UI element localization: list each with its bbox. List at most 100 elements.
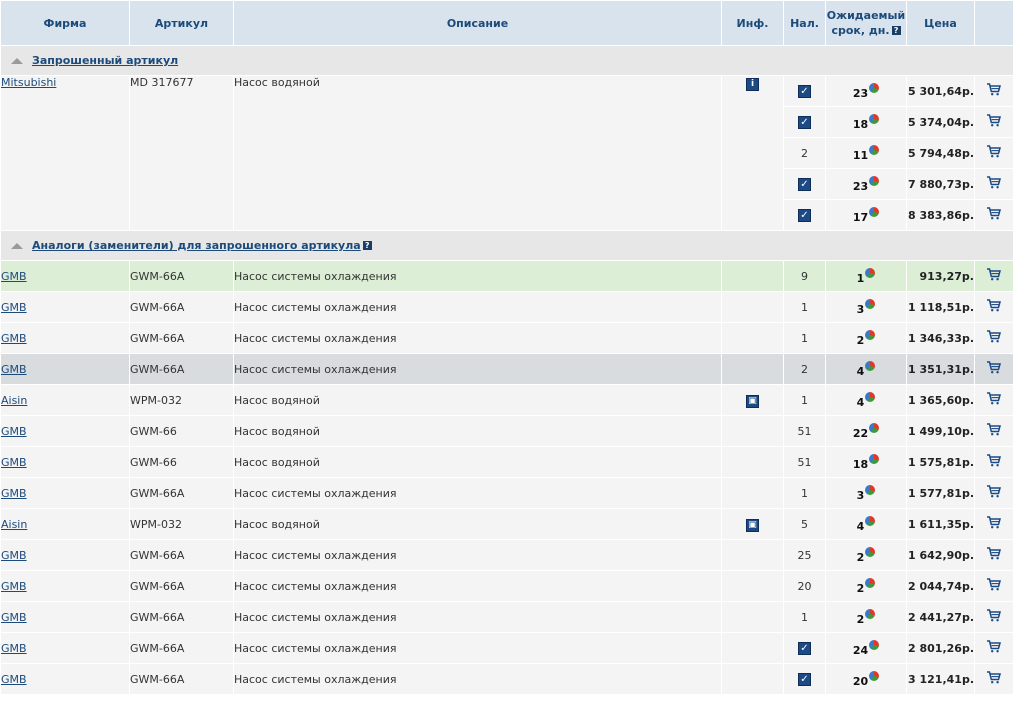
pie-chart-icon[interactable] [869,670,880,681]
analog-row[interactable]: Aisin WPM-032 Насос водяной ▣ 5 4 1 611,35р. [0,508,1013,540]
analog-row[interactable]: GMB GWM-66 Насос водяной 51 22 1 499,10р. [0,415,1013,447]
firm-link[interactable]: GMB [2,673,27,686]
analog-row[interactable]: Aisin WPM-032 Насос водяной ▣ 1 4 1 365,60р. [0,384,1013,416]
analog-row[interactable]: GMB GWM-66A Насос системы охлаждения 1 2 1 34… [0,322,1013,354]
firm-link[interactable]: Aisin [2,394,28,407]
shopping-cart-icon[interactable] [987,609,1001,625]
pie-chart-icon[interactable] [869,144,880,155]
column-header-price[interactable]: Цена [906,0,975,46]
shopping-cart-icon[interactable] [987,671,1001,687]
analog-row[interactable]: GMB GWM-66 Насос водяной 51 18 1 575,81р. [0,446,1013,478]
analog-row[interactable]: GMB GWM-66A Насос системы охлаждения 9 1 913,… [0,260,1013,292]
column-header-firm[interactable]: Фирма [0,0,130,46]
info-icon[interactable]: i [746,78,759,91]
pie-chart-icon[interactable] [865,360,876,371]
column-header-article[interactable]: Артикул [129,0,234,46]
shopping-cart-icon[interactable] [987,330,1001,346]
pie-chart-icon[interactable] [865,546,876,557]
section-title[interactable]: Аналоги (заменители) для запрошенного ар… [32,239,361,252]
analog-row[interactable]: GMB GWM-66A Насос системы охлаждения 2 4 1 35… [0,353,1013,385]
eta-cell: 22 [825,415,907,447]
pie-chart-icon[interactable] [865,484,876,495]
price-value: 5 374,04р. [908,115,974,129]
shopping-cart-icon[interactable] [987,392,1001,408]
analog-row[interactable]: GMB GWM-66A Насос системы охлаждения 1 2 2 44… [0,601,1013,633]
eta-days: 2 [856,550,865,564]
pie-chart-icon[interactable] [865,329,876,340]
pie-chart-icon[interactable] [865,298,876,309]
article-cell: GWM-66A [129,663,234,695]
firm-link[interactable]: GMB [2,301,27,314]
eta-cell: 1 [825,260,907,292]
shopping-cart-icon[interactable] [987,83,1001,99]
analog-row[interactable]: GMB GWM-66A Насос системы охлаждения ✓ 24 2 8… [0,632,1013,664]
pie-chart-icon[interactable] [865,577,876,588]
pie-chart-icon[interactable] [869,639,880,650]
shopping-cart-icon[interactable] [987,176,1001,192]
description-value: Насос системы охлаждения [234,331,397,345]
shopping-cart-icon[interactable] [987,547,1001,563]
shopping-cart-icon[interactable] [987,299,1001,315]
info-cell [721,570,784,602]
pie-chart-icon[interactable] [865,267,876,278]
shopping-cart-icon[interactable] [987,516,1001,532]
column-header-eta[interactable]: Ожидаемый срок, дн.? [825,0,907,46]
shopping-cart-icon[interactable] [987,640,1001,656]
pie-chart-icon[interactable] [865,391,876,402]
section-title[interactable]: Запрошенный артикул [32,54,178,67]
pie-chart-icon[interactable] [865,515,876,526]
pie-chart-icon[interactable] [869,422,880,433]
shopping-cart-icon[interactable] [987,578,1001,594]
shopping-cart-icon[interactable] [987,361,1001,377]
firm-link[interactable]: GMB [2,456,27,469]
firm-link[interactable]: GMB [2,487,27,500]
stock-value: 5 [801,517,808,531]
article-value: GWM-66A [130,269,185,283]
collapse-arrow-icon[interactable] [11,57,23,64]
firm-cell: GMB [0,477,130,509]
description-value: Насос системы охлаждения [234,672,397,686]
pie-chart-icon[interactable] [869,175,880,186]
firm-link[interactable]: Aisin [2,518,28,531]
pie-chart-icon[interactable] [865,608,876,619]
pie-chart-icon[interactable] [869,113,880,124]
firm-link[interactable]: GMB [2,642,27,655]
article-value: GWM-66A [130,486,185,500]
analog-row[interactable]: GMB GWM-66A Насос системы охлаждения 1 3 1 57… [0,477,1013,509]
description-cell: Насос водяной [233,446,722,478]
firm-link[interactable]: GMB [2,549,27,562]
stock-cell: 9 [783,260,826,292]
analog-row[interactable]: GMB GWM-66A Насос системы охлаждения ✓ 20 3 1… [0,663,1013,695]
article-value: GWM-66A [130,579,185,593]
stock-cell: 5 [783,508,826,540]
firm-link[interactable]: GMB [2,580,27,593]
price-cell: 1 575,81р. [906,446,975,478]
column-header-stock[interactable]: Нал. [783,0,826,46]
analog-row[interactable]: GMB GWM-66A Насос системы охлаждения 20 2 2 0… [0,570,1013,602]
shopping-cart-icon[interactable] [987,268,1001,284]
firm-link[interactable]: Mitsubishi [2,77,57,90]
photo-icon[interactable]: ▣ [746,394,759,408]
article-cell: MD 317677 [129,75,234,231]
analog-row[interactable]: GMB GWM-66A Насос системы охлаждения 1 3 1 11… [0,291,1013,323]
shopping-cart-icon[interactable] [987,485,1001,501]
shopping-cart-icon[interactable] [987,145,1001,161]
photo-icon[interactable]: ▣ [746,518,759,532]
shopping-cart-icon[interactable] [987,114,1001,130]
firm-link[interactable]: GMB [2,363,27,376]
help-icon[interactable]: ? [362,241,372,250]
shopping-cart-icon[interactable] [987,454,1001,470]
shopping-cart-icon[interactable] [987,423,1001,439]
firm-link[interactable]: GMB [2,425,27,438]
pie-chart-icon[interactable] [869,82,880,93]
analog-row[interactable]: GMB GWM-66A Насос системы охлаждения 25 2 1 6… [0,539,1013,571]
shopping-cart-icon[interactable] [987,207,1001,223]
pie-chart-icon[interactable] [869,453,880,464]
column-header-description[interactable]: Описание [233,0,722,46]
pie-chart-icon[interactable] [869,206,880,217]
collapse-arrow-icon[interactable] [11,242,23,249]
firm-link[interactable]: GMB [2,270,27,283]
firm-link[interactable]: GMB [2,332,27,345]
firm-link[interactable]: GMB [2,611,27,624]
help-icon[interactable]: ? [891,26,901,35]
